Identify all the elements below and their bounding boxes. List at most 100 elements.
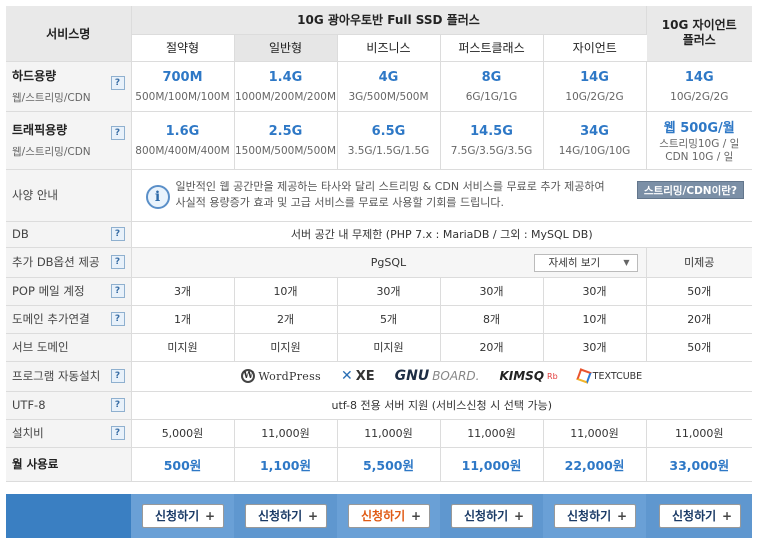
apply-label: 신청하기 — [258, 509, 303, 523]
plus-icon: + — [204, 509, 215, 523]
plus-icon: + — [721, 509, 732, 523]
subdomain-value: 미지원 — [131, 333, 235, 362]
db-option-label-text: 추가 DB옵션 제공 — [12, 255, 100, 269]
disk-label: 하드용량 웹/스트리밍/CDN ? — [6, 61, 132, 112]
pop-value: 30개 — [543, 277, 647, 306]
gnuboard-text-b: BOARD. — [432, 369, 480, 383]
subdomain-value: 50개 — [646, 333, 752, 362]
traffic-sub: 웹/스트리밍/CDN — [12, 146, 91, 158]
db-label: DB? — [6, 221, 132, 248]
db-help-icon[interactable]: ? — [110, 227, 125, 241]
setup-fee-value: 11,000원 — [234, 419, 338, 448]
traffic-value: 웹 500G/월 — [663, 120, 735, 136]
apply-label: 신청하기 — [567, 509, 612, 523]
plus-icon: + — [307, 509, 318, 523]
setup-fee-help-icon[interactable]: ? — [110, 426, 125, 440]
info-icon: i — [145, 184, 170, 209]
disk-help-icon[interactable]: ? — [110, 75, 125, 90]
gnuboard-logo: GNU BOARD. — [395, 368, 480, 384]
plus-icon: + — [410, 509, 421, 523]
subdomain-value: 20개 — [440, 333, 544, 362]
textcube-icon — [575, 368, 592, 384]
monthly-fee-label: 월 사용료 — [6, 447, 132, 482]
domain-value: 20개 — [646, 305, 752, 334]
apply-label: 신청하기 — [155, 509, 200, 523]
utf8-label: UTF-8? — [6, 391, 132, 420]
zion-plus-header: 10G 자이언트 플러스 — [646, 6, 752, 62]
pop-help-icon[interactable]: ? — [110, 284, 125, 298]
setup-fee-value: 11,000원 — [440, 419, 544, 448]
tab-giant[interactable]: 자이언트 — [543, 34, 646, 62]
kimsq-logo: KIMSQ Rb — [499, 369, 557, 383]
utf8-label-text: UTF-8 — [12, 398, 46, 412]
traffic-cell: 2.5G 1500M/500M/500M — [234, 111, 338, 170]
kimsq-rb-text: Rb — [547, 371, 558, 381]
xe-logo: ✕ XE — [341, 368, 375, 384]
traffic-value: 2.5G — [268, 123, 303, 139]
disk-detail: 10G/2G/2G — [670, 90, 729, 103]
utf8-help-icon[interactable]: ? — [110, 398, 125, 412]
disk-value: 14G — [684, 69, 714, 85]
traffic-detail: 14G/10G/10G — [558, 144, 631, 157]
wordpress-text: WordPress — [258, 369, 321, 383]
group-title: 10G 광아우토반 Full SSD 플러스 — [131, 6, 647, 35]
db-option-help-icon[interactable]: ? — [110, 255, 125, 269]
textcube-text: TEXTCUBE — [592, 370, 643, 382]
apply-label: 신청하기 — [464, 509, 509, 523]
disk-value: 1.4G — [268, 69, 303, 85]
apply-bar: 신청하기 + 신청하기 + 신청하기 + 신청하기 + 신청하기 + 신청하기 + — [6, 494, 752, 538]
apply-button-saving[interactable]: 신청하기 + — [142, 504, 224, 528]
traffic-value: 14.5G — [470, 123, 513, 139]
plan-comparison-table: 서비스명 10G 광아우토반 Full SSD 플러스 10G 자이언트 플러스… — [6, 6, 752, 482]
plus-icon: + — [513, 509, 524, 523]
tab-general[interactable]: 일반형 — [234, 34, 338, 62]
pop-value: 10개 — [234, 277, 338, 306]
tab-business[interactable]: 비즈니스 — [337, 34, 441, 62]
traffic-cell: 6.5G 3.5G/1.5G/1.5G — [337, 111, 441, 170]
disk-cell: 14G 10G/2G/2G — [543, 61, 647, 112]
auto-install-logos: W WordPress ✕ XE GNU BOARD. KIMSQ Rb TEXTCUB… — [131, 361, 752, 392]
tab-firstclass[interactable]: 퍼스트클래스 — [440, 34, 544, 62]
disk-cell: 14G 10G/2G/2G — [646, 61, 752, 112]
tab-saving[interactable]: 절약형 — [131, 34, 235, 62]
setup-fee-value: 11,000원 — [337, 419, 441, 448]
disk-value: 4G — [378, 69, 399, 85]
auto-install-help-icon[interactable]: ? — [110, 369, 125, 383]
monthly-fee-label-text: 월 사용료 — [12, 457, 59, 471]
pop-value: 30개 — [337, 277, 441, 306]
disk-cell: 4G 3G/500M/500M — [337, 61, 441, 112]
domain-label: 도메인 추가연결? — [6, 305, 132, 334]
subdomain-label: 서브 도메인 — [6, 333, 132, 362]
traffic-label: 트래픽용량 웹/스트리밍/CDN ? — [6, 111, 132, 170]
setup-fee-value: 5,000원 — [131, 419, 235, 448]
traffic-cell: 14.5G 7.5G/3.5G/3.5G — [440, 111, 544, 170]
pop-value: 30개 — [440, 277, 544, 306]
apply-button-zion-plus[interactable]: 신청하기 + — [659, 504, 741, 528]
apply-button-general[interactable]: 신청하기 + — [245, 504, 327, 528]
apply-button-firstclass[interactable]: 신청하기 + — [451, 504, 533, 528]
details-select[interactable]: 자세히 보기 ▼ — [533, 253, 638, 272]
disk-detail: 500M/100M/100M — [135, 90, 230, 103]
domain-help-icon[interactable]: ? — [110, 312, 125, 326]
traffic-detail: 스트리밍10G / 일 CDN 10G / 일 — [659, 137, 740, 163]
db-value: 서버 공간 내 무제한 (PHP 7.x : MariaDB / 그외 : My… — [131, 221, 752, 248]
db-option-label: 추가 DB옵션 제공? — [6, 247, 132, 278]
setup-fee-label-text: 설치비 — [12, 426, 44, 440]
subdomain-value: 미지원 — [234, 333, 338, 362]
domain-value: 10개 — [543, 305, 647, 334]
apply-label: 신청하기 — [672, 509, 717, 523]
apply-label: 신청하기 — [361, 509, 406, 523]
domain-value: 8개 — [440, 305, 544, 334]
disk-detail: 10G/2G/2G — [565, 90, 624, 103]
pop-value: 3개 — [131, 277, 235, 306]
db-option-value: PgSQL — [370, 255, 407, 269]
auto-install-label-text: 프로그램 자동설치 — [12, 369, 101, 383]
traffic-help-icon[interactable]: ? — [110, 125, 125, 140]
disk-value: 700M — [162, 69, 203, 85]
xe-text: XE — [355, 368, 375, 384]
apply-button-business[interactable]: 신청하기 + — [348, 504, 430, 528]
pop-label: POP 메일 계정? — [6, 277, 132, 306]
apply-button-giant[interactable]: 신청하기 + — [554, 504, 636, 528]
disk-value: 8G — [481, 69, 502, 85]
cdn-info-button[interactable]: 스트리밍/CDN이란? — [636, 180, 744, 199]
